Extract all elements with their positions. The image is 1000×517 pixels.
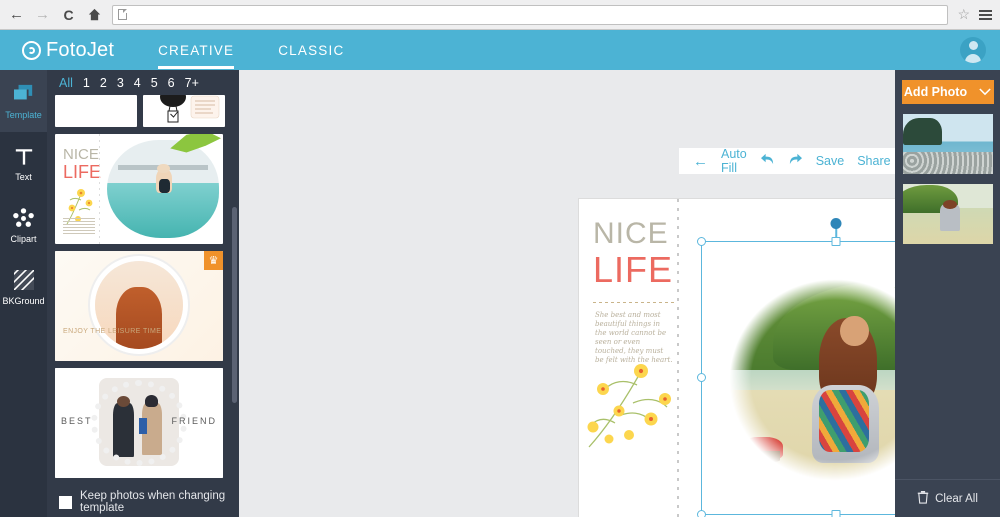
template-leisure-caption: ENJOY THE LEISURE TIME — [63, 328, 162, 335]
template-photo-pool — [107, 140, 219, 238]
resize-handle-top-center[interactable] — [831, 237, 841, 246]
template-row-partial — [55, 95, 231, 127]
brand-name: FotoJet — [46, 38, 115, 61]
clear-all-label: Clear All — [935, 492, 978, 505]
template-panel: All 1 2 3 4 5 6 7+ NICE LIFE ENJOY THE L… — [47, 70, 239, 517]
template-body-lines — [63, 218, 95, 234]
add-photo-button[interactable]: Add Photo — [901, 80, 994, 104]
save-button[interactable]: Save — [816, 154, 845, 168]
photo-thumb-beach-shoreline[interactable] — [902, 114, 993, 174]
layers-template-icon — [13, 83, 35, 106]
background-hatch-icon — [13, 269, 34, 292]
template-filter-5[interactable]: 5 — [151, 76, 158, 90]
fotojet-swirl-icon — [22, 40, 41, 60]
template-friend-label: FRIEND — [171, 416, 217, 426]
template-thumb-leisure-time[interactable]: ENJOY THE LEISURE TIME ♛ — [55, 251, 223, 361]
template-thumb-best-friend[interactable]: BEST FRIEND — [55, 368, 223, 478]
avatar[interactable] — [960, 37, 986, 63]
keep-photos-label: Keep photos when changing template — [80, 490, 226, 514]
share-button[interactable]: Share — [857, 154, 890, 168]
sidebar-item-bkground[interactable]: BKGround — [0, 256, 47, 318]
premium-crown-icon: ♛ — [204, 251, 223, 270]
undo-icon[interactable] — [760, 153, 775, 169]
tab-creative[interactable]: CREATIVE — [158, 31, 235, 69]
template-life-label: LIFE — [63, 162, 102, 182]
template-thumb-balloon-note[interactable] — [143, 95, 225, 127]
editor-canvas-area: ← Auto Fill Save Share Print ✕ NICE LIFE — [239, 70, 1000, 517]
browser-back-icon[interactable]: ← — [8, 6, 25, 23]
canvas-title-nice[interactable]: NICE — [593, 217, 669, 251]
canvas-back-icon[interactable]: ← — [693, 153, 708, 170]
text-t-icon — [14, 145, 34, 168]
template-best-label: BEST — [61, 416, 93, 426]
template-filter-all[interactable]: All — [59, 76, 73, 90]
tab-classic[interactable]: CLASSIC — [278, 31, 344, 69]
rotate-handle[interactable] — [830, 218, 842, 229]
template-filter-2[interactable]: 2 — [100, 76, 107, 90]
template-filter-6[interactable]: 6 — [168, 76, 175, 90]
template-filter-4[interactable]: 4 — [134, 76, 141, 90]
keep-photos-row[interactable]: Keep photos when changing template — [47, 487, 239, 517]
browser-reload-icon[interactable]: C — [60, 6, 77, 23]
clipart-dots-icon — [13, 207, 34, 230]
template-perforation — [99, 134, 100, 244]
template-filter-1[interactable]: 1 — [83, 76, 90, 90]
browser-chrome: ← → C ☆ — [0, 0, 1000, 30]
redo-icon[interactable] — [788, 153, 803, 169]
template-filter-3[interactable]: 3 — [117, 76, 124, 90]
clear-all-button[interactable]: Clear All — [895, 479, 1000, 517]
template-filter-tabs: All 1 2 3 4 5 6 7+ — [47, 70, 239, 95]
avatar-head — [968, 41, 978, 50]
template-list[interactable]: NICE LIFE ENJOY THE LEISURE TIME ♛ BEST … — [47, 95, 239, 487]
template-thumb-nice-life[interactable]: NICE LIFE — [55, 134, 223, 244]
canvas-flowers — [585, 341, 681, 451]
auto-fill-button[interactable]: Auto Fill — [721, 147, 747, 175]
browser-home-icon[interactable] — [86, 6, 103, 23]
bookmark-star-icon[interactable]: ☆ — [957, 6, 970, 23]
photo-panel: Add Photo Clear All — [895, 70, 1000, 517]
sidebar-item-label-template: Template — [5, 109, 42, 120]
tool-rail: Template Text Clipart BKGround — [0, 70, 47, 517]
sidebar-item-label-text: Text — [15, 171, 32, 182]
template-thumb-blank[interactable] — [55, 95, 137, 127]
app-header: FotoJet CREATIVE CLASSIC — [0, 30, 1000, 70]
keep-photos-checkbox[interactable] — [59, 495, 72, 509]
sidebar-item-template[interactable]: Template — [0, 70, 47, 132]
canvas-divider — [593, 302, 675, 303]
chevron-down-icon — [979, 85, 991, 99]
add-photo-label: Add Photo — [903, 85, 968, 99]
sidebar-item-clipart[interactable]: Clipart — [0, 194, 47, 256]
page-icon — [118, 9, 127, 20]
resize-handle-bottom-center[interactable] — [831, 510, 841, 517]
sidebar-item-label-bkground: BKGround — [2, 295, 45, 306]
sidebar-item-label-clipart: Clipart — [10, 233, 37, 244]
trash-icon — [917, 490, 929, 507]
template-scrollbar[interactable] — [232, 207, 237, 403]
resize-handle-bottom-left[interactable] — [697, 510, 706, 517]
app-body: Template Text Clipart BKGround All 1 2 3… — [0, 70, 1000, 517]
avatar-body — [965, 54, 981, 63]
sidebar-item-text[interactable]: Text — [0, 132, 47, 194]
url-bar[interactable] — [112, 4, 949, 25]
brand-logo[interactable]: FotoJet — [22, 39, 114, 62]
browser-chrome-right: ☆ — [957, 6, 992, 23]
resize-handle-top-left[interactable] — [697, 237, 706, 246]
template-nice-label: NICE — [63, 146, 99, 163]
browser-menu-icon[interactable] — [979, 9, 992, 20]
browser-forward-icon[interactable]: → — [34, 6, 51, 23]
photo-thumb-girl-backpack[interactable] — [902, 184, 993, 244]
canvas-title-life[interactable]: LIFE — [593, 249, 673, 291]
template-filter-7plus[interactable]: 7+ — [185, 76, 199, 90]
resize-handle-mid-left[interactable] — [697, 373, 706, 382]
